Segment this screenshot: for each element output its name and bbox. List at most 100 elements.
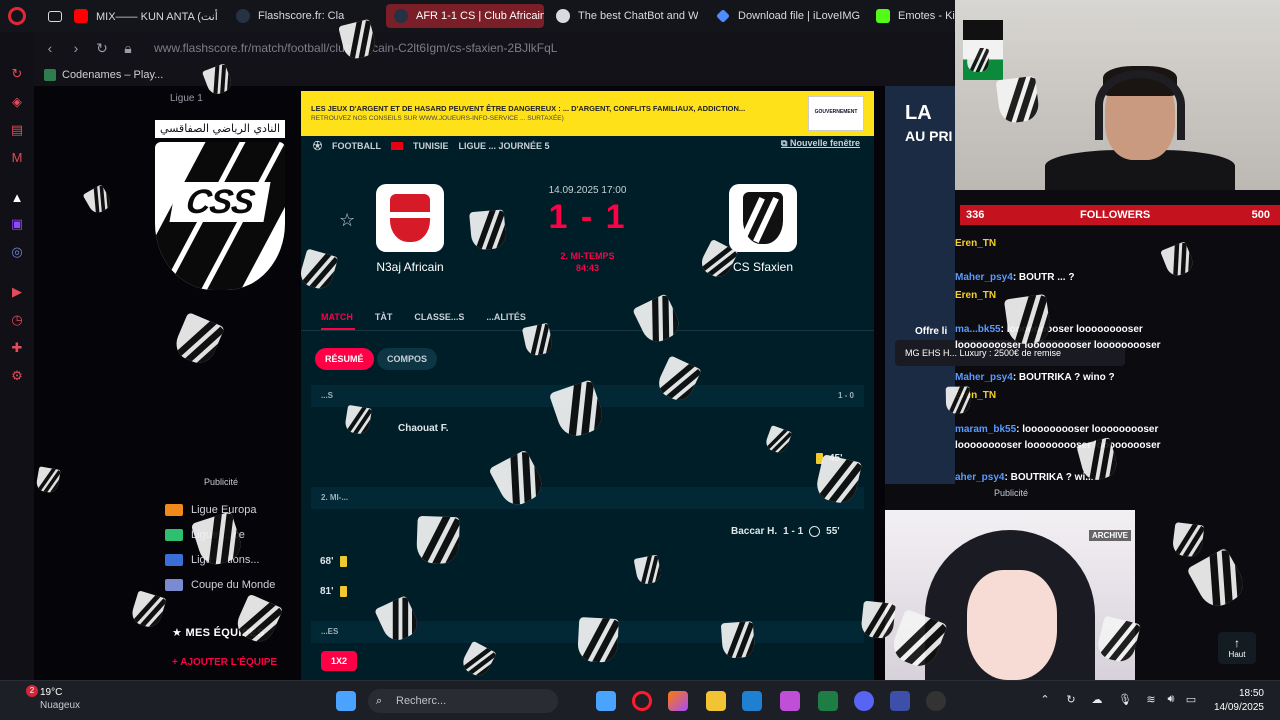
followers-count: 336 <box>966 209 985 221</box>
forward-icon[interactable]: › <box>66 40 86 56</box>
store-icon[interactable] <box>742 691 762 711</box>
nav-ligue-europa[interactable]: Ligue Europa <box>165 504 256 516</box>
tab-label: Flashscore.fr: Cla <box>258 10 345 22</box>
new-window-label: Nouvelle fenêtre <box>789 138 860 148</box>
weather-temp: 19°C <box>40 687 63 698</box>
club-crest: النادي الرياضي الصفاقسي CSS <box>155 120 285 290</box>
weather-widget[interactable]: 19°C Nuageux <box>40 687 80 711</box>
folder-icon[interactable] <box>706 691 726 711</box>
ai-icon[interactable]: ◈ <box>9 94 25 110</box>
nav-coupe-du-monde[interactable]: Coupe du Monde <box>165 579 275 591</box>
player-icon[interactable]: ▶ <box>9 284 25 300</box>
chat-text: : BOUTRIKA ? wino ? <box>1012 372 1115 383</box>
chat-user: aher_psy4 <box>955 472 1005 483</box>
tab-iloveimg[interactable]: Download file | iLoveIMG <box>708 4 864 28</box>
obs-icon[interactable] <box>926 691 946 711</box>
history-icon[interactable]: ◷ <box>9 312 25 328</box>
world-flag-icon <box>165 579 183 591</box>
opera-taskbar-icon[interactable] <box>632 691 652 711</box>
youtube-icon <box>74 9 88 23</box>
mail-icon[interactable]: M <box>9 150 25 166</box>
discord-taskbar-icon[interactable] <box>854 691 874 711</box>
settings-icon[interactable]: ⚙ <box>9 368 25 384</box>
cloud-icon[interactable]: ☁ <box>1090 693 1104 707</box>
scroll-top-label: Haut <box>1228 650 1246 659</box>
nav-ligue-nations[interactable]: Ligu ... tions... <box>165 554 259 566</box>
event-player: Chaouat F. <box>398 423 449 434</box>
gambling-warning-banner[interactable]: LES JEUX D'ARGENT ET DE HASARD PEUVENT Ê… <box>301 91 874 136</box>
chat-user: Maher_psy4 <box>955 272 1013 283</box>
tab-news[interactable]: ...ALITÉS <box>486 312 526 322</box>
photos-icon[interactable] <box>780 691 800 711</box>
reload-icon[interactable]: ↻ <box>92 40 112 57</box>
tab-flashscore[interactable]: Flashscore.fr: Cla <box>228 4 380 28</box>
chat-user: Eren_TN <box>955 390 997 401</box>
css-crest-icon <box>1186 547 1250 613</box>
streamer-webcam <box>955 0 1280 190</box>
europa-flag-icon <box>165 504 183 516</box>
odds-1x2-button[interactable]: 1X2 <box>321 651 358 671</box>
discord-icon[interactable]: ◎ <box>9 244 25 260</box>
address-bar: ‹ › ↻ 🔒︎ www.flashscore.fr/match/footbal… <box>34 32 954 64</box>
scroll-top-button[interactable]: ↑ Haut <box>1218 632 1256 664</box>
chevron-up-icon[interactable]: ⌃ <box>1038 693 1052 707</box>
goal-ball-icon <box>809 526 821 537</box>
tab-standings[interactable]: CLASSE...S <box>414 312 464 322</box>
extensions-icon[interactable]: ✚ <box>9 340 25 356</box>
copilot-icon[interactable] <box>668 691 688 711</box>
tab-match[interactable]: MATCH <box>321 312 353 322</box>
chat-user: Eren_TN <box>955 290 997 301</box>
mic-icon[interactable]: 🎙︎ <box>1118 693 1132 707</box>
crumb-football[interactable]: FOOTBALL <box>332 141 381 151</box>
chatbot-icon <box>556 9 570 23</box>
followers-label: FOLLOWERS <box>1080 209 1151 221</box>
match-tabs: MATCH TÀT CLASSE...S ...ALITÉS <box>321 312 526 322</box>
email-icon <box>48 10 62 22</box>
start-icon[interactable] <box>336 691 356 711</box>
subtab-lineups[interactable]: COMPOS <box>377 348 438 370</box>
excel-icon[interactable] <box>818 691 838 711</box>
app-icon[interactable] <box>890 691 910 711</box>
twitch-icon[interactable]: ▣ <box>9 216 25 232</box>
league-crumb[interactable]: Ligue 1 <box>170 93 203 104</box>
taskbar-clock[interactable]: 18:50 14/09/2025 <box>1214 687 1264 715</box>
crumb-league[interactable]: LIGUE ... JOURNÉE 5 <box>459 141 550 151</box>
chat-message: Eren_TN <box>955 388 1275 404</box>
news-icon[interactable]: ▤ <box>9 122 25 138</box>
battery-icon[interactable]: ▭ <box>1184 693 1198 707</box>
add-team-link[interactable]: + AJOUTER L'ÉQUIPE <box>172 657 277 668</box>
back-icon[interactable]: ‹ <box>40 40 60 56</box>
event-row: 81' <box>320 586 347 597</box>
css-crest-icon <box>1171 522 1205 558</box>
event-minute: 81' <box>320 586 334 597</box>
volume-icon[interactable]: 🔊︎ <box>1164 693 1178 707</box>
new-window-link[interactable]: ⧉ Nouvelle fenêtre <box>781 138 860 149</box>
anime-ad-image[interactable]: ARCHIVE <box>885 510 1135 680</box>
match-score: 1 - 1 <box>548 198 627 236</box>
file-explorer-icon[interactable] <box>596 691 616 711</box>
lock-icon: 🔒︎ <box>124 39 132 56</box>
tab-chatbot[interactable]: The best ChatBot and Wi <box>548 4 698 28</box>
right-ad[interactable]: LA AU PRI Offre li <box>885 86 955 484</box>
aria-icon[interactable]: ▲ <box>9 190 25 206</box>
tab-afr-match[interactable]: AFR 1-1 CS | Club Africain <box>386 4 544 28</box>
tab-youtube-mix[interactable]: MIX—— KUN ANTA (أنت <box>66 4 221 28</box>
ad-offer: Offre li <box>915 326 948 337</box>
tab-stats[interactable]: TÀT <box>375 312 393 322</box>
taskbar-search[interactable]: ⌕ Recherc... <box>368 689 558 713</box>
yellow-card-icon <box>339 586 347 597</box>
opera-logo-icon[interactable] <box>8 7 26 25</box>
url-field[interactable]: www.flashscore.fr/match/football/club-af… <box>154 41 557 55</box>
nav-ligue-conference[interactable]: Ligue ... ce <box>165 529 245 541</box>
speed-dial-icon[interactable]: ↻ <box>9 66 25 82</box>
star-icon: ★ <box>172 627 186 639</box>
crumb-tunisia[interactable]: TUNISIE <box>413 141 449 151</box>
weather-badge: 2 <box>26 685 38 697</box>
subtab-summary[interactable]: RÉSUMÉ <box>315 348 374 370</box>
wifi-icon[interactable]: ≋ <box>1144 693 1158 707</box>
bookmark-codenames[interactable]: Codenames – Play... <box>62 69 163 81</box>
yellow-card-icon <box>339 556 347 567</box>
tab-kick-emotes[interactable]: Emotes - Kic <box>868 4 958 28</box>
sync-icon[interactable]: ↻ <box>1064 693 1078 707</box>
section-label: ...S <box>321 391 334 400</box>
